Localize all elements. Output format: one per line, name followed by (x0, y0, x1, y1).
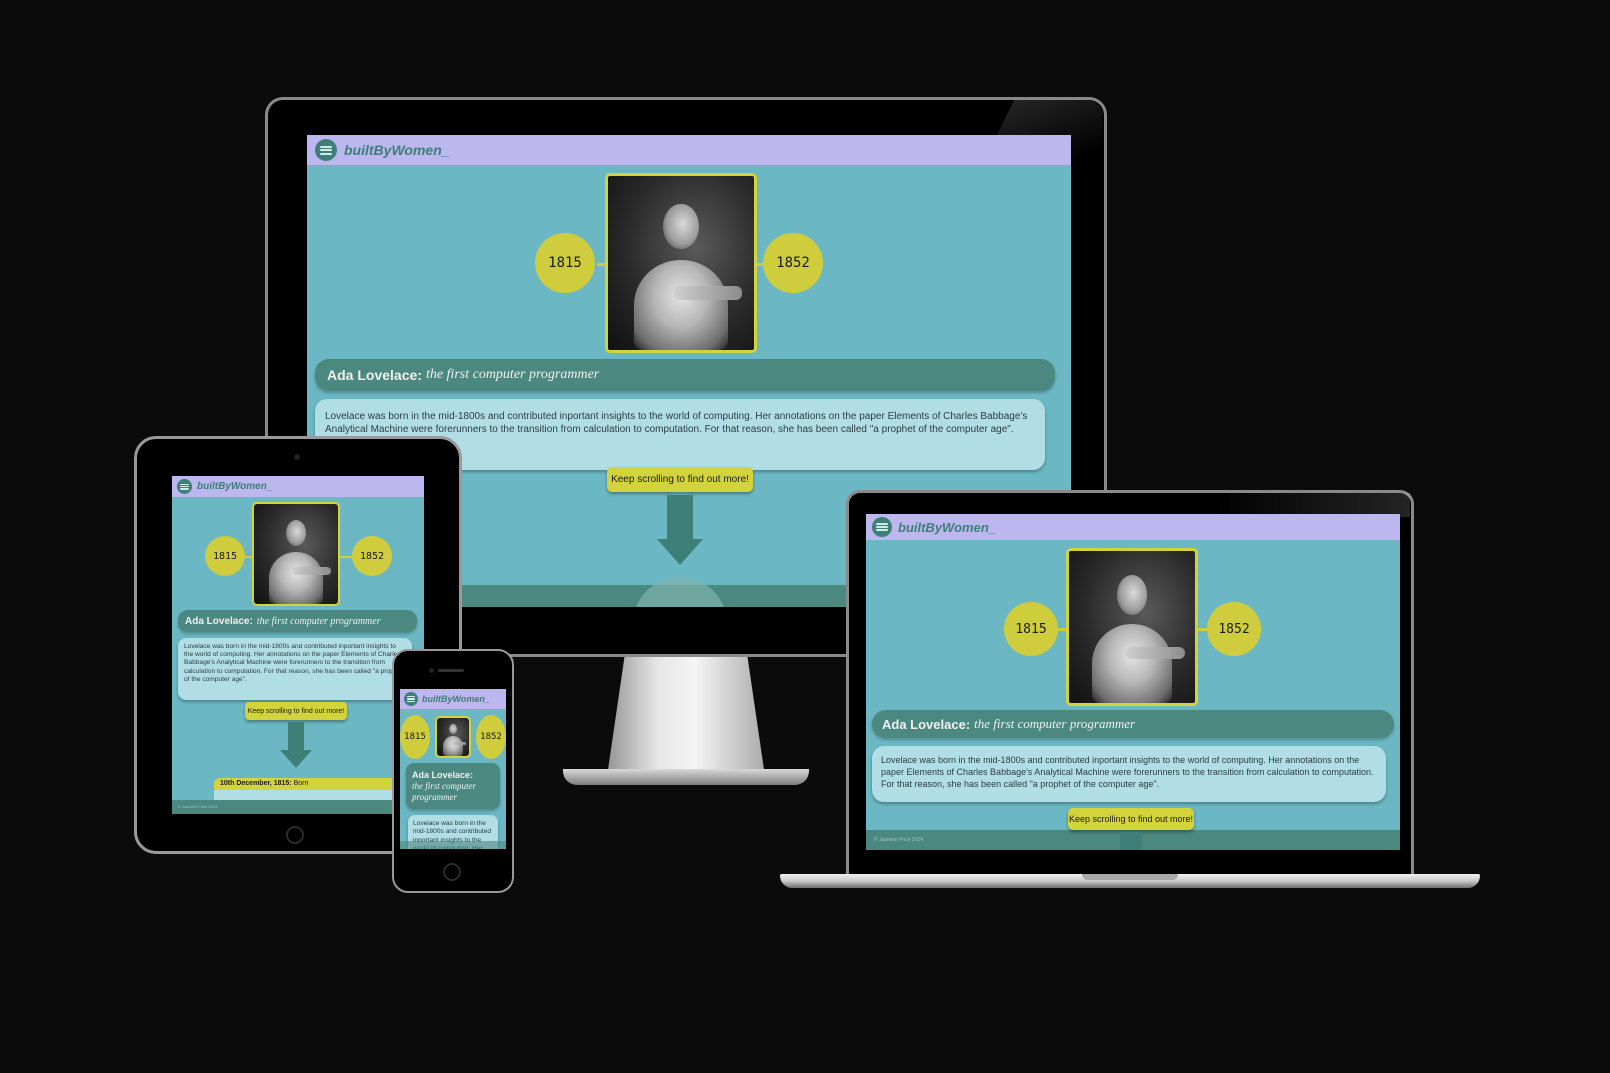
hamburger-menu-icon[interactable] (872, 517, 892, 537)
ada-lovelace-portrait (435, 716, 471, 758)
footer-bar (400, 841, 506, 849)
phone-device: builtByWomen_ 1815 1852 Ada Lovelace: the… (392, 649, 514, 893)
death-year-badge: 1852 (352, 536, 392, 576)
monitor-base (563, 769, 809, 785)
timeline-dot (633, 577, 727, 607)
ada-lovelace-portrait (1066, 548, 1198, 706)
title-name: Ada Lovelace: (327, 367, 422, 383)
tablet-camera (294, 454, 300, 460)
footer-text: © Jasmine Price 2024 (178, 804, 218, 809)
navbar: builtByWomen_ (400, 689, 506, 709)
laptop-screen: builtByWomen_ 1815 1852 Ada Lovelace: the… (866, 514, 1400, 850)
arrow-down-icon (667, 495, 693, 541)
site-logo[interactable]: builtByWomen_ (197, 481, 272, 492)
navbar: builtByWomen_ (866, 514, 1400, 540)
birth-year-badge: 1815 (535, 233, 595, 293)
footer-bar: © Jasmine Price 2024 (172, 800, 424, 814)
title-subtitle: the first computer programmer (974, 716, 1136, 731)
bio-text: Lovelace was born in the mid-1800s and c… (872, 746, 1386, 802)
arrow-down-head (657, 539, 703, 565)
tablet-screen: builtByWomen_ 1815 1852 Ada Lovelace: the… (172, 476, 424, 814)
timeline-event: Born (293, 780, 309, 787)
site-logo[interactable]: builtByWomen_ (422, 694, 490, 704)
timeline-date: 10th December, 1815: (220, 780, 292, 787)
phone-camera (429, 668, 434, 673)
death-year-badge: 1852 (763, 233, 823, 293)
phone-home-button[interactable] (443, 863, 461, 881)
scroll-more-button[interactable]: Keep scrolling to find out more! (607, 467, 753, 492)
footer-text: © Jasmine Price 2024 (874, 837, 923, 843)
hamburger-menu-icon[interactable] (177, 479, 192, 494)
laptop-device: builtByWomen_ 1815 1852 Ada Lovelace: the… (780, 490, 1480, 890)
bio-text: Lovelace was born in the mid-1800s and c… (178, 638, 412, 700)
scroll-more-button[interactable]: Keep scrolling to find out more! (245, 702, 347, 720)
scroll-more-button[interactable]: Keep scrolling to find out more! (1068, 808, 1194, 830)
monitor-stand (606, 652, 766, 782)
phone-screen: builtByWomen_ 1815 1852 Ada Lovelace: the… (400, 689, 506, 849)
phone-speaker (438, 669, 464, 672)
site-logo[interactable]: builtByWomen_ (344, 142, 450, 158)
title-subtitle: the first computer programmer (412, 780, 476, 802)
hamburger-menu-icon[interactable] (315, 139, 337, 161)
page-title: Ada Lovelace: the first computer programm… (178, 610, 417, 632)
title-name: Ada Lovelace: (412, 769, 474, 780)
arrow-down-icon (1120, 832, 1142, 850)
death-year-badge: 1852 (1207, 602, 1261, 656)
page-title: Ada Lovelace: the first computer programm… (315, 359, 1055, 391)
title-name: Ada Lovelace: (185, 615, 253, 627)
site-logo[interactable]: builtByWomen_ (898, 520, 996, 535)
hamburger-menu-icon[interactable] (404, 692, 418, 706)
navbar: builtByWomen_ (307, 135, 1071, 165)
title-name: Ada Lovelace: (882, 716, 971, 732)
death-year-badge: 1852 (476, 715, 506, 759)
tablet-home-button[interactable] (286, 826, 304, 844)
laptop-notch (1082, 874, 1178, 880)
ada-lovelace-portrait (605, 173, 757, 353)
navbar: builtByWomen_ (172, 476, 424, 497)
arrow-down-icon (288, 722, 304, 752)
ada-lovelace-portrait (252, 502, 340, 606)
birth-year-badge: 1815 (205, 536, 245, 576)
page-title: Ada Lovelace: the first computer programm… (872, 710, 1394, 738)
title-subtitle: the first computer programmer (256, 615, 381, 627)
arrow-down-head (280, 750, 312, 768)
title-subtitle: the first computer programmer (425, 367, 600, 382)
page-title: Ada Lovelace: the first computer programm… (406, 763, 500, 809)
birth-year-badge: 1815 (1004, 602, 1058, 656)
birth-year-badge: 1815 (400, 715, 430, 759)
